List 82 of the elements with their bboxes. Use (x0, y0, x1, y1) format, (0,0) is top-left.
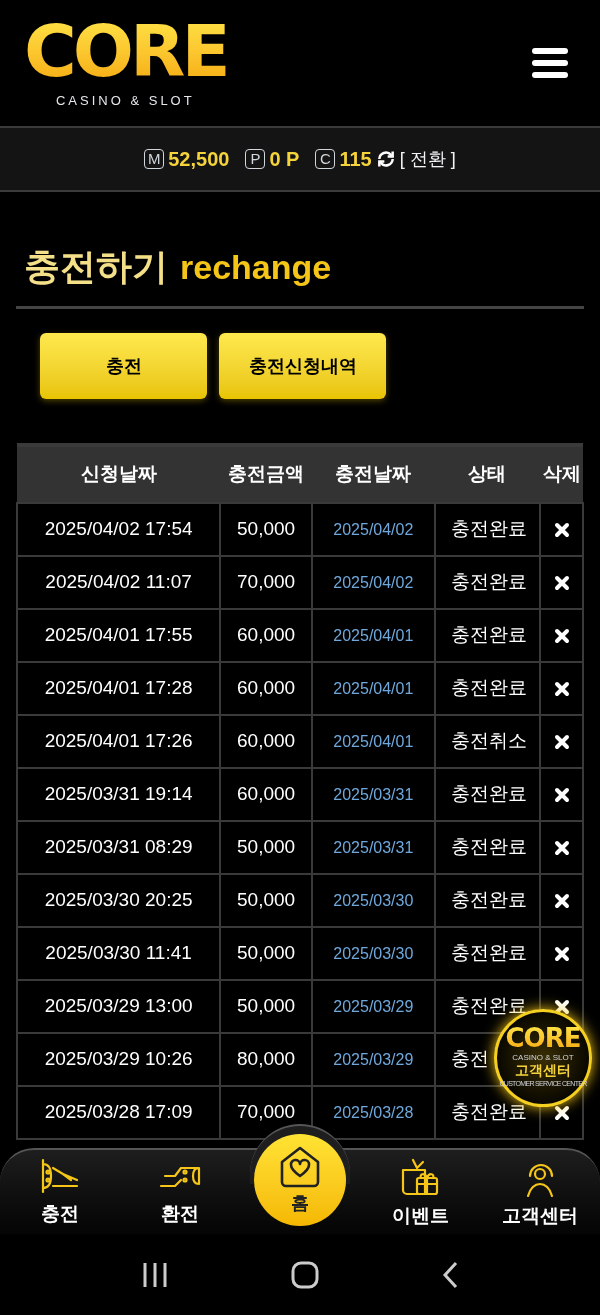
table-cell: 충전완료 (434, 503, 541, 556)
table-cell: 50,000 (220, 821, 312, 874)
currency-badge: C (315, 149, 336, 169)
table-cell: 충전완료 (434, 768, 541, 821)
table-cell: 60,000 (220, 715, 312, 768)
table-cell: 충전완료 (434, 662, 541, 715)
delete-icon[interactable] (553, 840, 570, 857)
delete-icon[interactable] (553, 734, 570, 751)
convert-link[interactable]: [ 전환 ] (399, 145, 456, 173)
recent-apps-icon[interactable] (141, 1262, 169, 1288)
column-header: 상태 (434, 445, 541, 503)
tab-button[interactable]: 충전신청내역 (219, 333, 386, 399)
table-cell: 2025/04/01 (312, 662, 435, 715)
table-cell: 2025/04/02 (312, 556, 435, 609)
column-header: 충전날짜 (312, 445, 435, 503)
table-cell: 충전완료 (434, 556, 541, 609)
delete-icon[interactable] (553, 681, 570, 698)
table-cell: 충전취소 (434, 715, 541, 768)
table-cell: 50,000 (220, 927, 312, 980)
delete-icon[interactable] (553, 628, 570, 645)
table-cell: 50,000 (220, 503, 312, 556)
table-cell: 2025/03/29 10:26 (17, 1033, 221, 1086)
table-cell: 50,000 (220, 874, 312, 927)
table-cell: 2025/03/31 19:14 (17, 768, 221, 821)
table-cell: 2025/03/29 (312, 980, 435, 1033)
table-cell: 2025/04/01 (312, 609, 435, 662)
table-cell: 60,000 (220, 662, 312, 715)
table-cell: 2025/03/31 08:29 (17, 821, 221, 874)
nav-tab[interactable]: 이벤트 (360, 1156, 480, 1234)
table-cell: 50,000 (220, 980, 312, 1033)
table-cell: 2025/03/29 13:00 (17, 980, 221, 1033)
nav-tab[interactable]: 환전 (120, 1156, 240, 1234)
refresh-icon[interactable] (375, 149, 396, 169)
delete-icon[interactable] (553, 946, 570, 963)
delete-icon[interactable] (553, 893, 570, 910)
table-cell: 2025/04/02 11:07 (17, 556, 221, 609)
table-cell: 2025/04/02 (312, 503, 435, 556)
page-title: 충전하기 (24, 245, 168, 289)
table-cell: 2025/04/01 (312, 715, 435, 768)
delete-icon[interactable] (553, 787, 570, 804)
logo-tagline: CASINO & SLOT (56, 92, 195, 111)
table-cell: 2025/03/29 (312, 1033, 435, 1086)
table-cell: 충전완료 (434, 927, 541, 980)
currency-badge: P (245, 149, 266, 169)
table-cell: 2025/04/01 17:26 (17, 715, 221, 768)
table-cell: 2025/03/28 17:09 (17, 1086, 221, 1139)
table-cell: 2025/04/02 17:54 (17, 503, 221, 556)
table-cell: 2025/03/31 (312, 821, 435, 874)
column-header: 신청날짜 (17, 445, 221, 503)
home-icon[interactable] (291, 1261, 319, 1289)
column-header: 충전금액 (220, 445, 312, 503)
table-cell: 충전완료 (434, 609, 541, 662)
table-cell: 2025/03/30 20:25 (17, 874, 221, 927)
balance-value: 115 (339, 147, 372, 172)
table-cell: 충전완료 (434, 821, 541, 874)
nav-tab[interactable]: 고객센터 (480, 1156, 600, 1234)
delete-icon[interactable] (553, 1105, 570, 1122)
table-cell: 60,000 (220, 768, 312, 821)
currency-badge: M (144, 149, 165, 169)
balance-value: 52,500 (168, 147, 230, 172)
delete-icon[interactable] (553, 522, 570, 539)
table-cell: 2025/03/30 (312, 874, 435, 927)
gift-icon (399, 1156, 441, 1198)
page-subtitle: rechange (180, 247, 332, 288)
tab-button[interactable]: 충전 (40, 333, 207, 399)
balance-value: 0 P (269, 147, 300, 172)
table-cell: 2025/04/01 17:28 (17, 662, 221, 715)
menu-icon[interactable] (532, 48, 568, 78)
table-cell: 2025/03/28 (312, 1086, 435, 1139)
column-header: 삭제 (540, 445, 583, 503)
table-cell: 2025/04/01 17:55 (17, 609, 221, 662)
table-cell: 60,000 (220, 609, 312, 662)
table-cell: 2025/03/31 (312, 768, 435, 821)
delete-icon[interactable] (553, 575, 570, 592)
back-icon[interactable] (441, 1261, 459, 1289)
table-cell: 2025/03/30 11:41 (17, 927, 221, 980)
table-cell: 70,000 (220, 556, 312, 609)
table-cell: 80,000 (220, 1033, 312, 1086)
table-cell: 충전완료 (434, 874, 541, 927)
table-cell: 2025/03/30 (312, 927, 435, 980)
delete-icon[interactable] (553, 999, 570, 1016)
nav-tab[interactable]: 충전 (0, 1156, 120, 1234)
